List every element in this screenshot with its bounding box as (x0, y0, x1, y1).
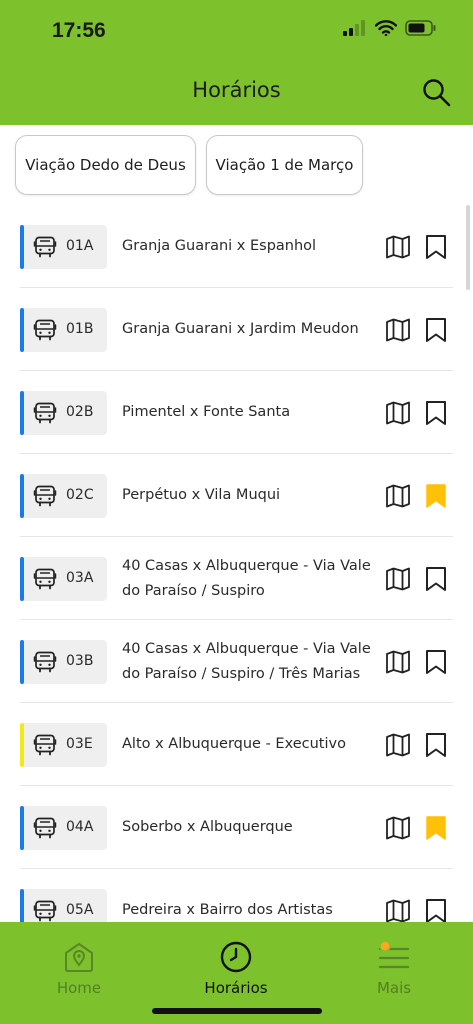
bus-icon (33, 567, 57, 591)
line-color-bar (20, 723, 24, 767)
bookmark-icon[interactable] (423, 233, 449, 261)
line-row[interactable]: 02B Pimentel x Fonte Santa (20, 371, 453, 454)
bus-icon (33, 318, 57, 342)
lines-list: 01A Granja Guarani x Espanhol 01B Granja Gu… (0, 205, 473, 922)
line-color-bar (20, 308, 24, 352)
line-color-bar (20, 889, 24, 922)
line-route: Pimentel x Fonte Santa (122, 404, 291, 420)
bookmark-filled-icon[interactable] (423, 482, 449, 510)
line-row[interactable]: 04A Soberbo x Albuquerque (20, 786, 453, 869)
line-badge: 03A (20, 557, 107, 601)
line-route: Alto x Albuquerque - Executivo (122, 736, 346, 752)
line-code: 02B (66, 404, 94, 420)
line-route: Perpétuo x Vila Muqui (122, 487, 281, 503)
line-color-bar (20, 225, 24, 269)
line-color-bar (20, 640, 24, 684)
line-row[interactable]: 05A Pedreira x Bairro dos Artistas (20, 869, 453, 922)
tab-horarios-label: Horários (204, 979, 268, 997)
status-icons (343, 20, 437, 36)
bus-icon (33, 816, 57, 840)
map-icon[interactable] (384, 399, 412, 427)
line-color-bar (20, 557, 24, 601)
bookmark-icon[interactable] (423, 316, 449, 344)
line-code: 02C (66, 487, 94, 503)
bus-icon (33, 899, 57, 922)
tab-home-label: Home (56, 979, 102, 997)
bus-icon (33, 650, 57, 674)
line-route: 40 Casas x Albuquerque - Via Vale do Par… (122, 641, 371, 682)
line-badge: 02C (20, 474, 107, 518)
line-route: Granja Guarani x Jardim Meudon (122, 321, 359, 337)
home-pin-icon (65, 943, 93, 972)
line-code: 03B (66, 653, 94, 669)
bookmark-filled-icon[interactable] (423, 814, 449, 842)
line-badge: 03B (20, 640, 107, 684)
map-icon[interactable] (384, 233, 412, 261)
bookmark-icon[interactable] (423, 565, 449, 593)
tab-horarios[interactable]: Horários (171, 922, 301, 1012)
line-route: Pedreira x Bairro dos Artistas (122, 902, 333, 918)
line-row[interactable]: 01B Granja Guarani x Jardim Meudon (20, 288, 453, 371)
line-row[interactable]: 03B 40 Casas x Albuquerque - Via Vale do … (20, 620, 453, 703)
scrollbar[interactable] (466, 205, 470, 290)
tab-mais-label: Mais (376, 979, 412, 997)
bus-icon (33, 484, 57, 508)
map-icon[interactable] (384, 648, 412, 676)
bookmark-icon[interactable] (423, 897, 449, 922)
status-bar: 17:56 (0, 0, 473, 60)
line-color-bar (20, 806, 24, 850)
line-row[interactable]: 02C Perpétuo x Vila Muqui (20, 454, 453, 537)
line-route: Granja Guarani x Espanhol (122, 238, 317, 254)
page-title: Horários (192, 78, 281, 102)
battery-icon (405, 20, 436, 36)
line-color-bar (20, 474, 24, 518)
tab-home[interactable]: Home (14, 922, 144, 1012)
line-code: 01A (66, 238, 94, 254)
map-icon[interactable] (384, 731, 412, 759)
line-code: 01B (66, 321, 94, 337)
line-code: 03E (66, 736, 93, 752)
home-indicator (152, 1008, 322, 1014)
status-time: 17:56 (52, 19, 106, 42)
line-badge: 04A (20, 806, 107, 850)
line-badge: 02B (20, 391, 107, 435)
line-row[interactable]: 03E Alto x Albuquerque - Executivo (20, 703, 453, 786)
bus-icon (33, 235, 57, 259)
cellular-signal-icon (343, 20, 365, 36)
company-chip-dedo-de-deus[interactable]: Viação Dedo de Deus (15, 135, 196, 195)
app-header: 17:56 Horários (0, 0, 473, 125)
line-code: 05A (66, 902, 94, 918)
clock-icon (220, 941, 252, 973)
map-icon[interactable] (384, 565, 412, 593)
line-badge: 05A (20, 889, 107, 922)
bookmark-icon[interactable] (423, 731, 449, 759)
bookmark-icon[interactable] (423, 648, 449, 676)
map-icon[interactable] (384, 482, 412, 510)
map-icon[interactable] (384, 316, 412, 344)
search-icon[interactable] (420, 76, 452, 108)
menu-icon (378, 940, 410, 969)
bus-icon (33, 733, 57, 757)
line-route: Soberbo x Albuquerque (122, 819, 293, 835)
map-icon[interactable] (384, 814, 412, 842)
company-chip-1-de-marco[interactable]: Viação 1 de Março (206, 135, 363, 195)
line-row[interactable]: 03A 40 Casas x Albuquerque - Via Vale do … (20, 537, 453, 620)
line-code: 04A (66, 819, 94, 835)
line-route: 40 Casas x Albuquerque - Via Vale do Par… (122, 558, 371, 599)
line-code: 03A (66, 570, 94, 586)
line-badge: 01A (20, 225, 107, 269)
line-row[interactable]: 01A Granja Guarani x Espanhol (20, 205, 453, 288)
line-badge: 03E (20, 723, 107, 767)
wifi-icon (375, 20, 397, 36)
company-filter: Viação Dedo de Deus Viação 1 de Março (0, 125, 473, 200)
line-badge: 01B (20, 308, 107, 352)
map-icon[interactable] (384, 897, 412, 922)
line-color-bar (20, 391, 24, 435)
bus-icon (33, 401, 57, 425)
tab-mais[interactable]: Mais (329, 922, 459, 1012)
bookmark-icon[interactable] (423, 399, 449, 427)
